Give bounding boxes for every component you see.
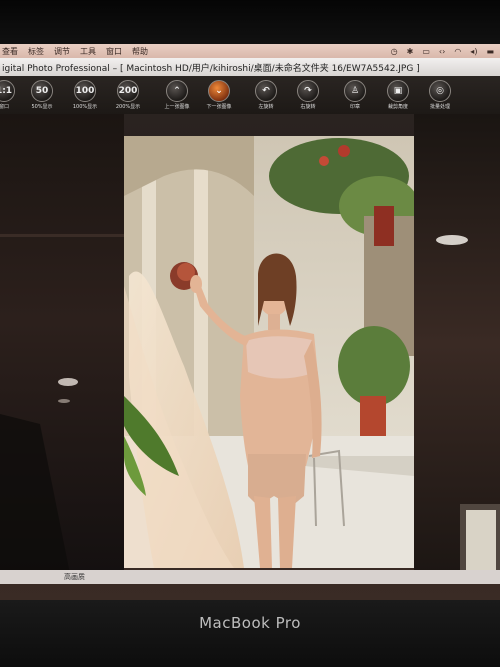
- laptop-top-bezel: [0, 0, 500, 44]
- window-title: igital Photo Professional – [ Macintosh …: [2, 63, 420, 74]
- display-icon[interactable]: ▬: [486, 47, 494, 56]
- zoom-100-button[interactable]: 100 100%显示: [67, 80, 103, 110]
- laptop-bottom-bezel: [0, 600, 500, 667]
- menubar-status-area: ◷ ✱ ▭ ‹› ◠ ◂) ▬: [391, 47, 494, 56]
- rotate-left-label: 左旋转: [258, 104, 274, 110]
- zoom-50-button[interactable]: 50 50%显示: [24, 80, 60, 110]
- next-image-button[interactable]: ⌄ 下一张图像: [201, 80, 237, 110]
- room-reflection-left: [0, 234, 124, 574]
- code-icon[interactable]: ‹›: [439, 47, 445, 56]
- next-image-label: 下一张图像: [206, 104, 232, 110]
- crop-icon: ▣: [387, 80, 409, 102]
- chevron-up-icon: ⌃: [166, 80, 188, 102]
- menu-tools[interactable]: 工具: [80, 46, 96, 57]
- batch-process-button[interactable]: ◎ 批量处理: [422, 80, 458, 110]
- photo-preview[interactable]: [124, 136, 414, 568]
- fit-window-label: 窗口: [0, 104, 9, 110]
- menu-adjust[interactable]: 调节: [54, 46, 70, 57]
- rotate-right-button[interactable]: ↷ 右旋转: [290, 80, 326, 110]
- photo-image: [124, 136, 414, 568]
- menu-bar: 查看 标签 调节 工具 窗口 帮助 ◷ ✱ ▭ ‹› ◠ ◂) ▬: [0, 44, 500, 58]
- stamp-button[interactable]: ♙ 印章: [337, 80, 373, 110]
- menu-help[interactable]: 帮助: [132, 46, 148, 57]
- rotate-left-icon: ↶: [255, 80, 277, 102]
- zoom-50-icon: 50: [31, 80, 53, 102]
- status-bar: 高画质: [0, 570, 500, 584]
- window-icon[interactable]: ▭: [422, 47, 430, 56]
- chevron-down-icon: ⌄: [208, 80, 230, 102]
- rotate-left-button[interactable]: ↶ 左旋转: [248, 80, 284, 110]
- macbook-brand-label: MacBook Pro: [199, 614, 301, 632]
- fit-window-icon: 1:1: [0, 80, 15, 102]
- zoom-100-label: 100%显示: [72, 104, 98, 110]
- fit-window-button[interactable]: 1:1 窗口: [0, 80, 22, 110]
- stamp-label: 印章: [349, 104, 360, 110]
- previous-image-label: 上一张图像: [164, 104, 190, 110]
- crop-angle-label: 裁剪角度: [387, 104, 408, 110]
- menu-tags[interactable]: 标签: [28, 46, 44, 57]
- workspace-left-background: [0, 114, 124, 574]
- batch-icon: ◎: [429, 80, 451, 102]
- menu-window[interactable]: 窗口: [106, 46, 122, 57]
- toolbar: 1:1 窗口 50 50%显示 100 100%显示 200 200%显示 ⌃ …: [0, 76, 500, 114]
- previous-image-button[interactable]: ⌃ 上一张图像: [159, 80, 195, 110]
- wifi-icon[interactable]: ◠: [454, 47, 461, 56]
- batch-process-label: 批量处理: [429, 104, 450, 110]
- clock-icon[interactable]: ◷: [391, 47, 398, 56]
- menu-view[interactable]: 查看: [2, 46, 18, 57]
- zoom-50-label: 50%显示: [31, 104, 53, 110]
- window-title-bar: igital Photo Professional – [ Macintosh …: [0, 58, 500, 76]
- image-workspace: [0, 114, 500, 600]
- rotate-right-label: 右旋转: [300, 104, 316, 110]
- status-quality: 高画质: [64, 573, 85, 581]
- zoom-200-label: 200%显示: [115, 104, 141, 110]
- zoom-100-icon: 100: [74, 80, 96, 102]
- workspace-right-background: [414, 114, 500, 574]
- crop-angle-button[interactable]: ▣ 裁剪角度: [380, 80, 416, 110]
- volume-icon[interactable]: ◂): [470, 47, 477, 56]
- zoom-200-button[interactable]: 200 200%显示: [110, 80, 146, 110]
- room-reflection-right: [436, 235, 500, 574]
- bluetooth-icon[interactable]: ✱: [407, 47, 414, 56]
- screen: 查看 标签 调节 工具 窗口 帮助 ◷ ✱ ▭ ‹› ◠ ◂) ▬ igital…: [0, 44, 500, 600]
- stamp-icon: ♙: [344, 80, 366, 102]
- rotate-right-icon: ↷: [297, 80, 319, 102]
- zoom-200-icon: 200: [117, 80, 139, 102]
